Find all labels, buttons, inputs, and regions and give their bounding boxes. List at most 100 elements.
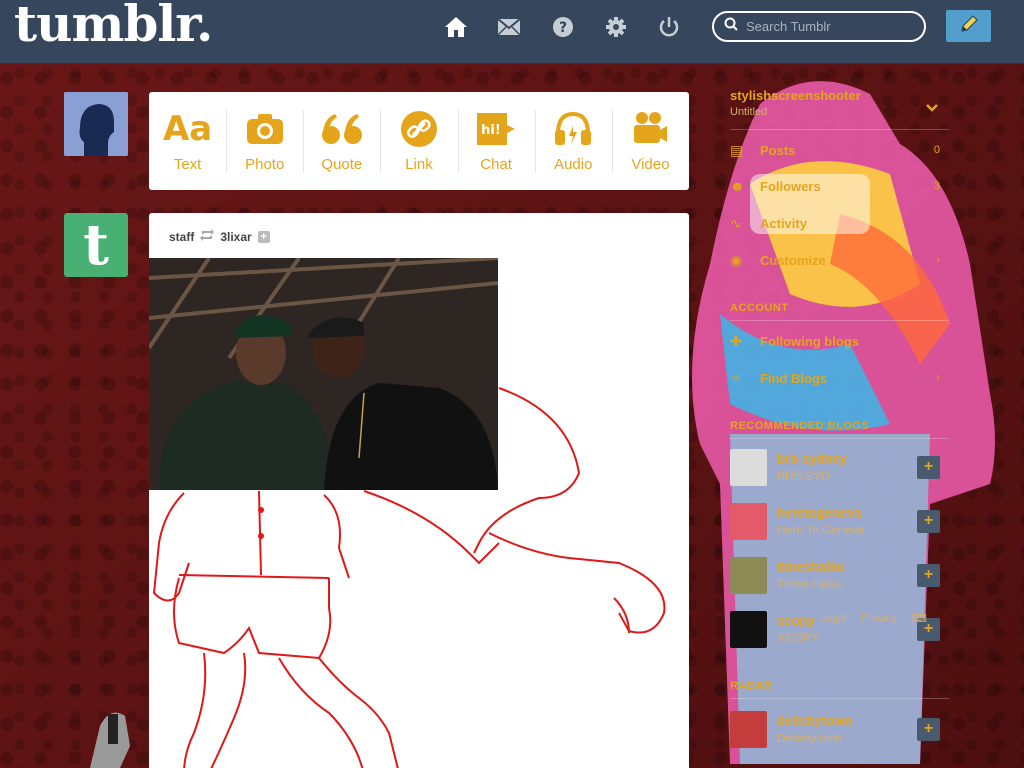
link-icon	[400, 108, 438, 150]
headphones-icon	[554, 108, 592, 150]
sidebar-item-find-blogs[interactable]: ✧ Find Blogs ›	[730, 367, 940, 389]
recommended-section-title: RECOMMENDED BLOGS	[730, 420, 870, 432]
background-figure-image	[692, 81, 995, 764]
staff-avatar[interactable]: t	[64, 212, 128, 278]
post-type-label: Text	[173, 156, 202, 173]
compass-icon: ✧	[730, 369, 742, 386]
sidebar-item-label: Activity	[760, 215, 807, 231]
sidebar-item-following[interactable]: ✚ Following blogs	[730, 330, 940, 352]
tumblr-t-icon: t	[83, 212, 109, 278]
sidebar-item-label: Posts	[760, 142, 796, 158]
post-type-photo-button[interactable]: Photo	[226, 92, 303, 190]
post-type-link-button[interactable]: Link	[380, 92, 457, 190]
sidebar-item-followers[interactable]: ☻ Followers 3	[730, 175, 940, 197]
blog-title: Here To Geneva	[777, 523, 865, 537]
power-icon[interactable]	[656, 14, 682, 40]
sidebar-divider	[730, 438, 949, 439]
recommended-blog[interactable]: brb-sydney BRB SYD +	[730, 447, 940, 487]
blog-name[interactable]: delishytown	[777, 713, 917, 728]
post-type-audio-button[interactable]: Audio	[534, 92, 612, 190]
activity-icon: ∿	[730, 214, 742, 231]
user-avatar[interactable]	[64, 92, 128, 156]
account-section-title: ACCOUNT	[730, 302, 789, 314]
follow-button[interactable]: +	[917, 455, 940, 479]
search-box[interactable]	[712, 11, 926, 42]
settings-icon[interactable]	[603, 14, 629, 40]
dashboard-post: staff 3lixar +	[149, 213, 689, 768]
pencil-icon	[959, 14, 979, 39]
follow-button[interactable]: +	[917, 509, 940, 533]
silhouette-icon	[64, 92, 128, 156]
blog-avatar	[730, 556, 767, 594]
blog-name[interactable]: timeshaiku	[777, 559, 917, 574]
sidebar-item-count: 3	[933, 180, 940, 192]
blog-avatar	[730, 448, 767, 486]
post-type-text-button[interactable]: Aa Text	[149, 92, 226, 190]
blog-title: Times Haiku	[777, 577, 844, 591]
post-type-video-button[interactable]: Video	[611, 92, 689, 190]
plus-icon: +	[923, 512, 934, 529]
privacy-link[interactable]: Privacy	[861, 612, 897, 625]
followers-icon: ☻	[730, 178, 745, 194]
blog-avatar	[730, 610, 767, 648]
footer-links: Legal Privacy ⌨	[820, 612, 927, 625]
posts-icon: ▤	[730, 141, 744, 158]
plus-icon: +	[923, 458, 934, 475]
add-person-icon: ✚	[730, 332, 742, 349]
chat-icon: hi!	[475, 108, 517, 150]
eye-icon: ◉	[730, 251, 743, 268]
chevron-right-icon: ›	[936, 372, 940, 384]
recommended-blog[interactable]: heretogeneva Here To Geneva +	[730, 501, 940, 541]
sidebar-item-count: 0	[933, 144, 940, 156]
post-type-label: Chat	[480, 156, 512, 173]
svg-text:hi!: hi!	[481, 123, 501, 138]
sidebar-divider	[730, 698, 949, 699]
top-navigation-bar: tumblr. ?	[0, 0, 1024, 64]
post-type-label: Audio	[554, 156, 593, 173]
plus-icon: +	[923, 566, 934, 583]
search-icon	[724, 17, 738, 36]
post-type-label: Video	[631, 156, 670, 173]
radar-blog[interactable]: delishytown Delishytown +	[730, 709, 940, 749]
compose-button[interactable]	[946, 10, 991, 42]
chevron-down-icon[interactable]	[926, 100, 938, 118]
blog-subtitle: Untitled	[730, 106, 768, 118]
background-hand-image	[90, 712, 130, 768]
blog-avatar	[730, 502, 767, 540]
sidebar-item-posts[interactable]: ▤ Posts 0	[730, 139, 940, 161]
sidebar-item-customize[interactable]: ◉ Customize ›	[730, 249, 940, 271]
blog-avatar	[730, 710, 767, 748]
sidebar-item-label: Customize	[760, 252, 826, 268]
home-icon[interactable]	[443, 14, 469, 40]
follow-button[interactable]: +	[917, 563, 940, 587]
post-type-quote-button[interactable]: Quote	[303, 92, 380, 190]
svg-text:?: ?	[559, 20, 567, 36]
sidebar-divider	[730, 320, 949, 321]
sidebar-item-activity[interactable]: ∿ Activity	[730, 212, 940, 234]
chevron-right-icon: ›	[936, 254, 940, 266]
text-icon: Aa	[162, 109, 213, 149]
sidebar-item-label: Following blogs	[760, 333, 859, 349]
help-icon[interactable]: ?	[550, 14, 576, 40]
sidebar-item-label: Followers	[760, 178, 821, 194]
post-type-chat-button[interactable]: hi! Chat	[457, 92, 535, 190]
camera-icon	[246, 108, 284, 150]
blog-name[interactable]: heretogeneva	[777, 505, 917, 520]
post-type-label: Quote	[321, 156, 363, 173]
recommended-blog[interactable]: timeshaiku Times Haiku +	[730, 555, 940, 595]
post-type-label: Link	[405, 156, 433, 173]
blog-name-link[interactable]: stylishscreenshooter	[730, 88, 861, 103]
radar-section-title: RADAR	[730, 680, 773, 692]
keyboard-icon[interactable]: ⌨	[911, 612, 927, 625]
mail-icon[interactable]	[496, 14, 522, 40]
search-input[interactable]	[746, 19, 916, 34]
tumblr-logo[interactable]: tumblr.	[14, 0, 213, 53]
blog-title: XCOPY	[777, 631, 820, 645]
legal-link[interactable]: Legal	[820, 612, 847, 625]
sidebar-item-label: Find Blogs	[760, 370, 828, 386]
blog-title: BRB SYD	[777, 469, 830, 483]
quote-icon	[321, 108, 363, 150]
follow-button[interactable]: +	[917, 717, 940, 741]
blog-name[interactable]: brb-sydney	[777, 451, 917, 466]
sidebar-divider	[730, 129, 949, 130]
